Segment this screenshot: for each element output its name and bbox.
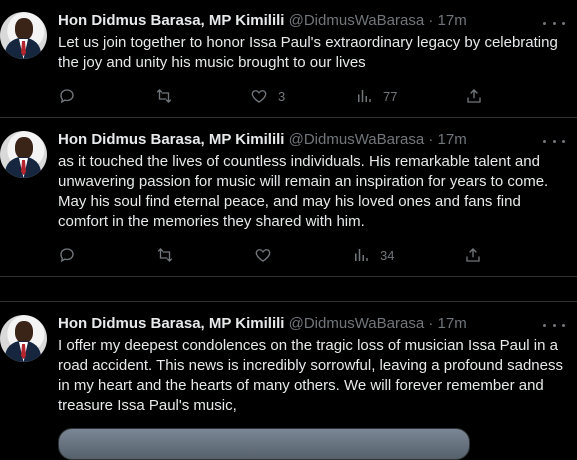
- tweet-header: Hon Didmus Barasa, MP Kimilili @DidmusWa…: [58, 314, 467, 334]
- views-icon: [358, 90, 371, 102]
- share-button[interactable]: [464, 245, 482, 265]
- retweet-icon: [157, 248, 173, 262]
- like-button[interactable]: 3: [250, 86, 285, 106]
- author-handle[interactable]: @DidmusWaBarasa: [289, 131, 425, 148]
- avatar[interactable]: [0, 12, 47, 59]
- share-button[interactable]: [465, 86, 483, 106]
- author-name[interactable]: Hon Didmus Barasa, MP Kimilili: [58, 12, 284, 29]
- heart-icon: [255, 249, 271, 262]
- separator: ·: [428, 12, 434, 29]
- timestamp[interactable]: 17m: [438, 315, 467, 332]
- author-name[interactable]: Hon Didmus Barasa, MP Kimilili: [58, 315, 284, 332]
- timestamp[interactable]: 17m: [438, 12, 467, 29]
- views-icon: [355, 249, 368, 261]
- reply-button[interactable]: [58, 245, 76, 265]
- timestamp[interactable]: 17m: [438, 131, 467, 148]
- more-icon[interactable]: [543, 134, 565, 148]
- action-bar: 34: [58, 245, 488, 265]
- views-button[interactable]: 34: [352, 245, 394, 265]
- author-handle[interactable]: @DidmusWaBarasa: [289, 12, 425, 29]
- tweet-header: Hon Didmus Barasa, MP Kimilili @DidmusWa…: [58, 130, 467, 150]
- tweet-text: as it touched the lives of countless ind…: [58, 153, 549, 230]
- tweet-text: Let us join together to honor Issa Paul'…: [58, 34, 558, 71]
- views-count: 77: [383, 88, 398, 104]
- retweet-icon: [156, 89, 172, 103]
- retweet-button[interactable]: [155, 86, 173, 106]
- action-bar: 3 77: [58, 86, 488, 106]
- views-count: 34: [380, 247, 395, 263]
- heart-icon: [251, 90, 267, 103]
- more-icon[interactable]: [543, 318, 565, 332]
- tweet-media[interactable]: [58, 428, 470, 460]
- like-button[interactable]: [254, 245, 282, 265]
- reply-icon: [60, 248, 74, 263]
- share-icon: [466, 248, 480, 262]
- more-icon[interactable]: [543, 16, 565, 30]
- tweet-text: I offer my deepest condolences on the tr…: [58, 337, 563, 414]
- share-icon: [467, 89, 481, 103]
- avatar[interactable]: [0, 315, 47, 362]
- separator: ·: [428, 131, 434, 148]
- tweet-3[interactable]: Hon Didmus Barasa, MP Kimilili @DidmusWa…: [0, 302, 577, 444]
- retweet-button[interactable]: [156, 245, 174, 265]
- views-button[interactable]: 77: [355, 86, 397, 106]
- tweet-2[interactable]: Hon Didmus Barasa, MP Kimilili @DidmusWa…: [0, 118, 577, 276]
- author-name[interactable]: Hon Didmus Barasa, MP Kimilili: [58, 131, 284, 148]
- tweet-header: Hon Didmus Barasa, MP Kimilili @DidmusWa…: [58, 11, 467, 31]
- like-count: 3: [278, 88, 286, 104]
- tweet-1[interactable]: Hon Didmus Barasa, MP Kimilili @DidmusWa…: [0, 0, 577, 117]
- divider: [0, 276, 577, 277]
- reply-button[interactable]: [58, 86, 76, 106]
- separator: ·: [428, 315, 434, 332]
- avatar[interactable]: [0, 131, 47, 178]
- author-handle[interactable]: @DidmusWaBarasa: [289, 315, 425, 332]
- reply-icon: [60, 89, 74, 104]
